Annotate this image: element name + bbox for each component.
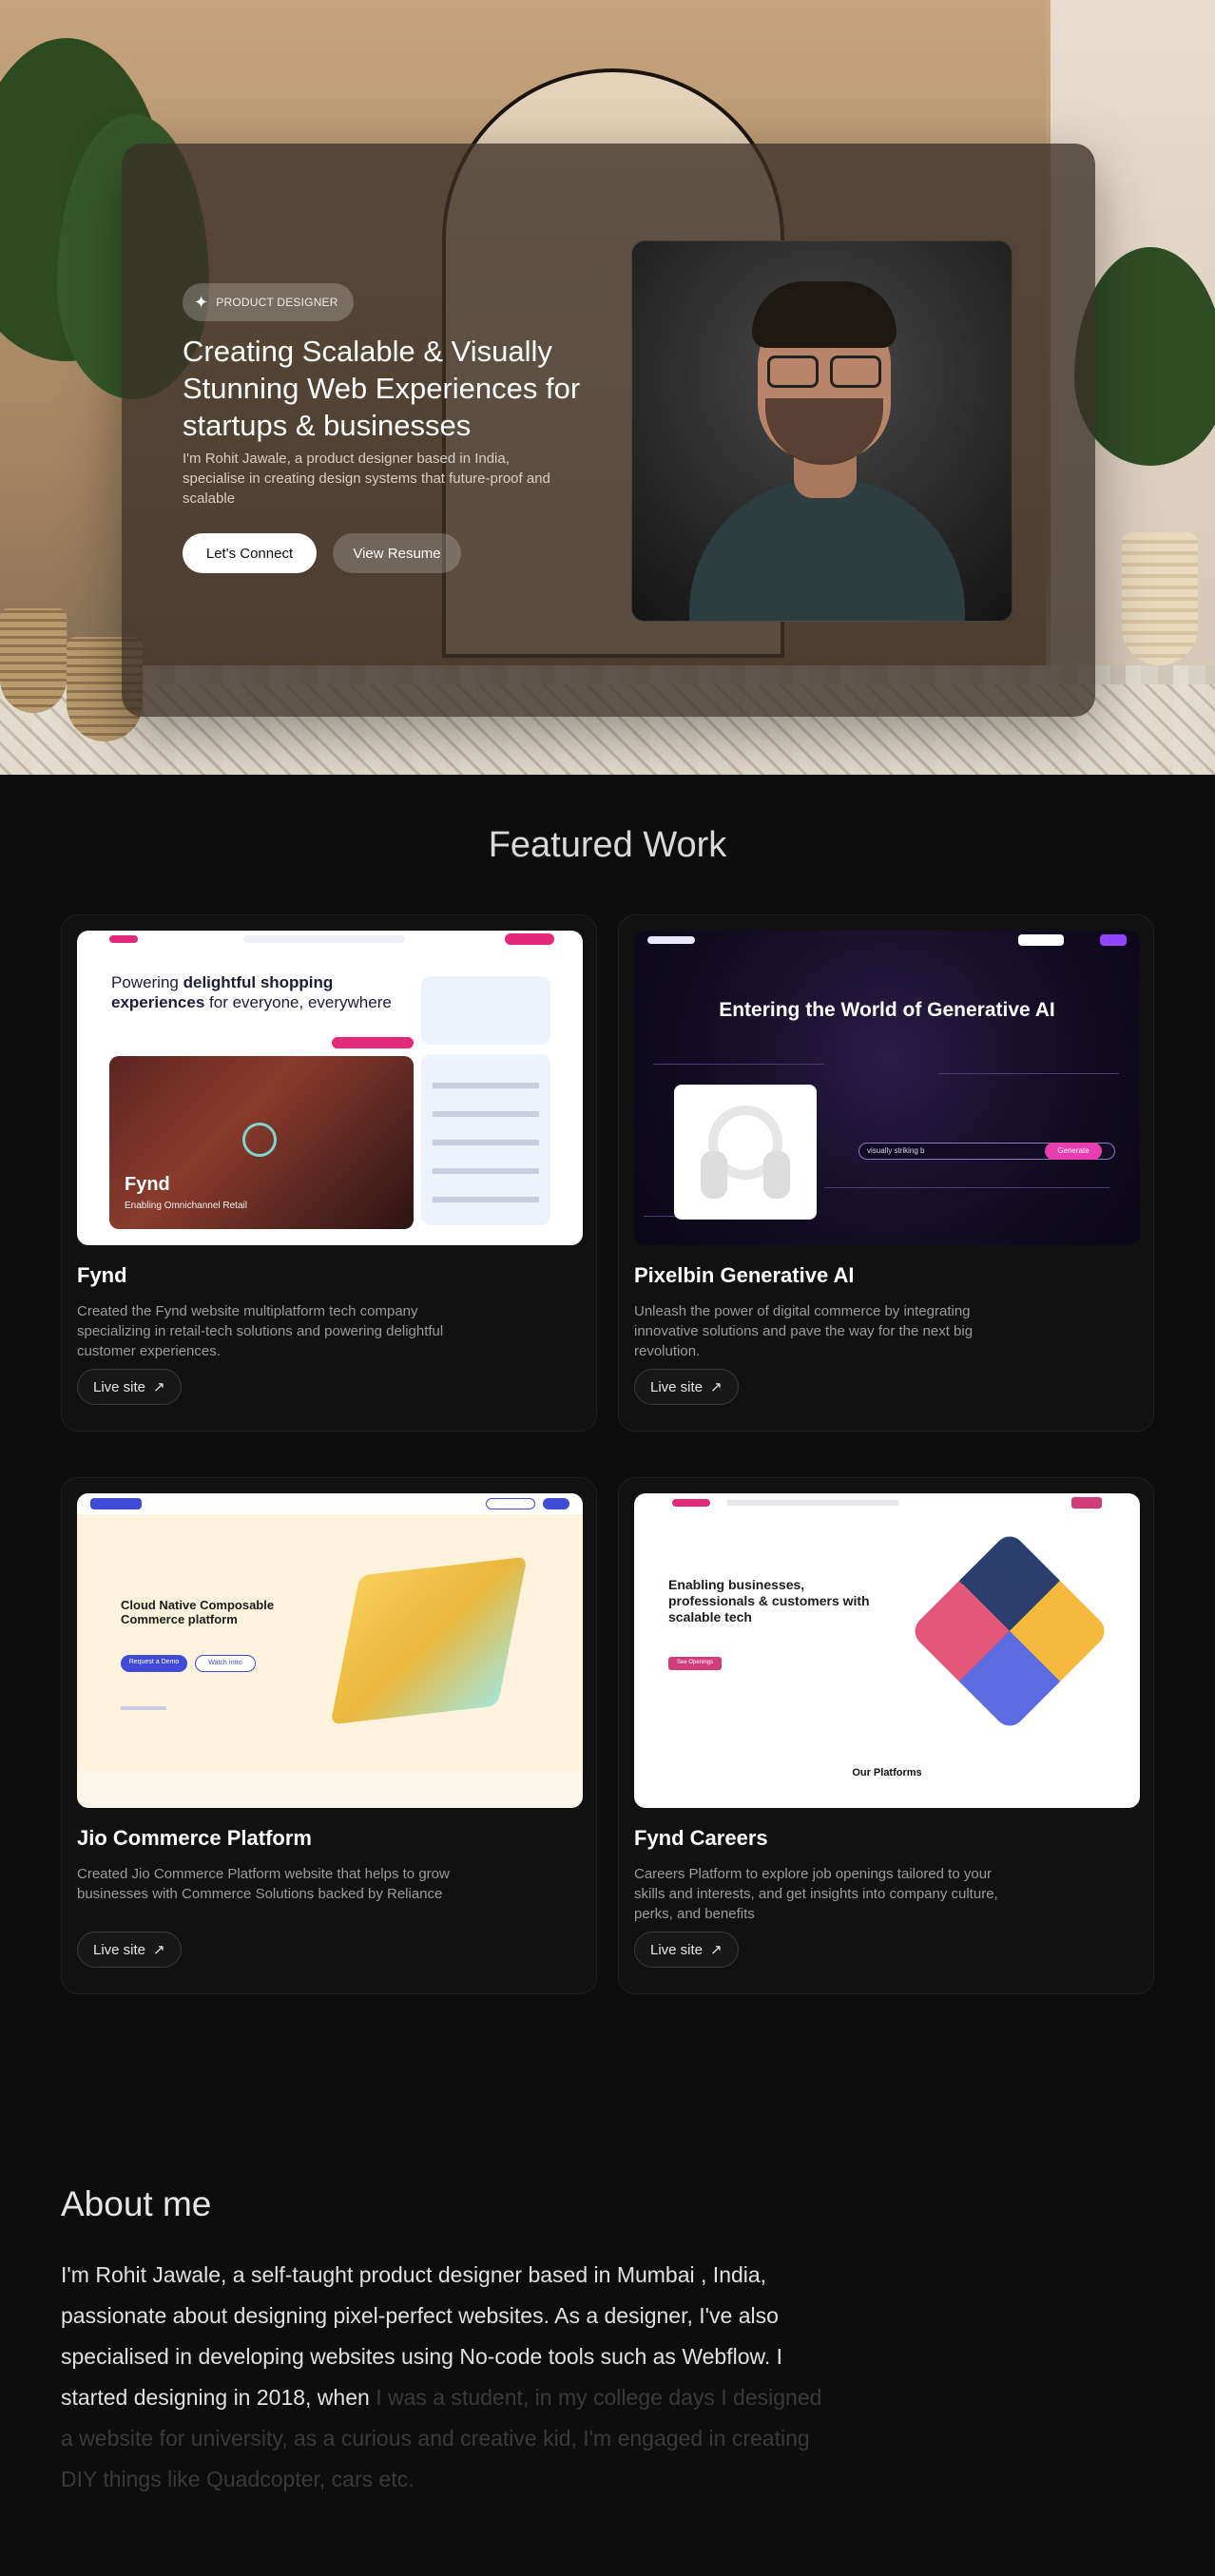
live-site-button[interactable]: Live site ↗: [634, 1932, 739, 1968]
preview-headline: Enabling businesses, professionals & cus…: [668, 1577, 870, 1624]
arrow-up-right-icon: ↗: [153, 1379, 165, 1395]
project-description: Created the Fynd website multiplatform t…: [77, 1303, 444, 1359]
project-card-jio: Cloud Native Composable Commerce platfor…: [61, 1477, 597, 1994]
preview-caption: Enabling Omnichannel Retail: [125, 1201, 247, 1211]
hero-section: ✦ PRODUCT DESIGNER Creating Scalable & V…: [0, 0, 1215, 775]
preview-headline: Powering delightful shopping experiences…: [111, 973, 392, 1011]
project-preview-pixelbin[interactable]: Entering the World of Generative AI visu…: [634, 931, 1140, 1245]
project-description: Created Jio Commerce Platform website th…: [77, 1866, 450, 1902]
pot-decoration: [1122, 532, 1198, 665]
view-resume-button[interactable]: View Resume: [333, 533, 461, 573]
pot-decoration: [0, 608, 67, 713]
preview-fynd-logo: Fynd: [125, 1174, 170, 1195]
preview-nav: [77, 931, 583, 948]
project-title: Pixelbin Generative AI: [634, 1263, 855, 1287]
project-preview-jio[interactable]: Cloud Native Composable Commerce platfor…: [77, 1493, 583, 1808]
project-card-fynd-careers: Enabling businesses, professionals & cus…: [618, 1477, 1154, 1994]
project-card-fynd: Powering delightful shopping experiences…: [61, 914, 597, 1432]
preview-team-illustration: [908, 1529, 1111, 1733]
live-site-button[interactable]: Live site ↗: [77, 1369, 182, 1405]
live-site-label: Live site: [650, 1941, 704, 1958]
live-site-label: Live site: [650, 1378, 704, 1395]
preview-generate-button: Generate: [1045, 1143, 1102, 1160]
preview-headline: Entering the World of Generative AI: [719, 999, 1055, 1021]
project-title: Fynd: [77, 1263, 127, 1287]
glasses-lens: [767, 356, 819, 388]
project-description: Careers Platform to explore job openings…: [634, 1866, 998, 1922]
lets-connect-button[interactable]: Let's Connect: [183, 533, 317, 573]
preview-demo-button: Request a Demo: [121, 1655, 187, 1672]
preview-headphones-image: [674, 1085, 817, 1220]
hero-subtitle: I'm Rohit Jawale, a product designer bas…: [183, 451, 550, 507]
role-badge-label: PRODUCT DESIGNER: [216, 296, 338, 309]
project-preview-fynd[interactable]: Powering delightful shopping experiences…: [77, 931, 583, 1245]
arrow-up-right-icon: ↗: [153, 1942, 165, 1958]
live-site-button[interactable]: Live site ↗: [77, 1932, 182, 1968]
preview-platforms-heading: Our Platforms: [852, 1767, 922, 1778]
live-site-button[interactable]: Live site ↗: [634, 1369, 739, 1405]
project-title: Jio Commerce Platform: [77, 1826, 312, 1850]
glasses-lens: [830, 356, 881, 388]
portrait-shoulders: [689, 479, 965, 621]
project-description: Unleash the power of digital commerce by…: [634, 1303, 974, 1359]
profile-portrait: [631, 240, 1012, 622]
project-preview-fynd-careers[interactable]: Enabling businesses, professionals & cus…: [634, 1493, 1140, 1808]
preview-isometric-illustration: [330, 1556, 528, 1725]
preview-logos: [421, 1054, 550, 1225]
preview-openings-button: See Openings: [668, 1657, 722, 1670]
featured-work-title: Featured Work: [488, 825, 727, 865]
project-title: Fynd Careers: [634, 1826, 768, 1850]
project-card-pixelbin: Entering the World of Generative AI visu…: [618, 914, 1154, 1432]
arrow-up-right-icon: ↗: [710, 1379, 723, 1395]
preview-intro-button: Watch Intro: [195, 1655, 256, 1672]
live-site-label: Live site: [93, 1378, 146, 1395]
preview-awards: [421, 976, 550, 1045]
portrait-glasses: [763, 356, 885, 388]
live-site-label: Live site: [93, 1941, 146, 1958]
about-text: I'm Rohit Jawale, a self-taught product …: [61, 2255, 831, 2500]
preview-headline: Cloud Native Composable Commerce platfor…: [121, 1598, 275, 1626]
hero-title: Creating Scalable & Visually Stunning We…: [183, 335, 581, 442]
portrait-beard: [765, 398, 883, 465]
role-badge: ✦ PRODUCT DESIGNER: [183, 283, 354, 321]
about-title: About me: [61, 2184, 212, 2223]
portrait-hair: [752, 281, 897, 348]
preview-nav: [77, 1493, 583, 1514]
arrow-up-right-icon: ↗: [710, 1942, 723, 1958]
sparkle-icon: ✦: [194, 293, 209, 312]
